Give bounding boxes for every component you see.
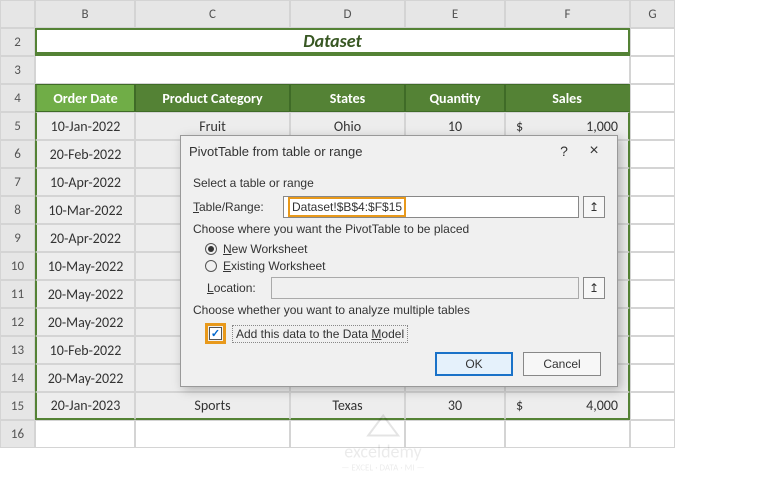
radio-icon bbox=[205, 243, 217, 255]
radio-existing-worksheet[interactable]: Existing Worksheet bbox=[193, 259, 605, 273]
col-header[interactable]: F bbox=[505, 0, 630, 28]
checkbox-label: Add this data to the Data Model bbox=[232, 325, 408, 343]
cell-sales[interactable]: $4,000 bbox=[505, 392, 630, 420]
radio-label: New Worksheet bbox=[223, 242, 307, 256]
cell[interactable] bbox=[35, 56, 630, 84]
placement-label: Choose where you want the PivotTable to … bbox=[193, 222, 605, 236]
table-header[interactable]: States bbox=[290, 84, 405, 112]
sheet-title[interactable]: Dataset bbox=[35, 28, 630, 56]
cell-state[interactable]: Texas bbox=[290, 392, 405, 420]
cell[interactable] bbox=[35, 420, 135, 448]
cell-date[interactable]: 20-May-2022 bbox=[35, 280, 135, 308]
radio-label: Existing Worksheet bbox=[223, 259, 326, 273]
cell[interactable] bbox=[630, 308, 675, 336]
row-header[interactable]: 13 bbox=[0, 336, 35, 364]
cell[interactable] bbox=[630, 280, 675, 308]
ok-button[interactable]: OK bbox=[435, 352, 513, 376]
location-label: Location: bbox=[193, 281, 271, 295]
row-header[interactable]: 7 bbox=[0, 168, 35, 196]
row-header[interactable]: 5 bbox=[0, 112, 35, 140]
checkbox-icon: ✓ bbox=[209, 327, 222, 340]
add-to-data-model[interactable]: ✓ Add this data to the Data Model bbox=[193, 323, 605, 344]
highlight-box: ✓ bbox=[205, 323, 226, 344]
cell-date[interactable]: 20-May-2022 bbox=[35, 364, 135, 392]
collapse-dialog-button[interactable]: ↥ bbox=[583, 196, 605, 218]
row-header[interactable]: 10 bbox=[0, 252, 35, 280]
row-header[interactable]: 12 bbox=[0, 308, 35, 336]
row-header[interactable]: 11 bbox=[0, 280, 35, 308]
row-header[interactable]: 3 bbox=[0, 56, 35, 84]
table-range-value: Dataset!$B$4:$F$15 bbox=[288, 197, 406, 217]
cell[interactable] bbox=[630, 28, 675, 56]
cell-qty[interactable]: 30 bbox=[405, 392, 505, 420]
cell[interactable] bbox=[630, 56, 675, 84]
location-input[interactable] bbox=[271, 277, 579, 299]
row-header[interactable]: 8 bbox=[0, 196, 35, 224]
cell[interactable] bbox=[290, 420, 405, 448]
cell-date[interactable]: 20-Feb-2022 bbox=[35, 140, 135, 168]
cell[interactable] bbox=[630, 84, 675, 112]
cell-date[interactable]: 20-Apr-2022 bbox=[35, 224, 135, 252]
cell[interactable] bbox=[630, 224, 675, 252]
corner-cell bbox=[0, 0, 35, 28]
cell[interactable] bbox=[630, 392, 675, 420]
table-range-input[interactable]: Dataset!$B$4:$F$15 bbox=[283, 196, 579, 218]
cell[interactable] bbox=[630, 140, 675, 168]
table-header[interactable]: Product Category bbox=[135, 84, 290, 112]
col-header[interactable]: E bbox=[405, 0, 505, 28]
cell-category[interactable]: Sports bbox=[135, 392, 290, 420]
table-header[interactable]: Quantity bbox=[405, 84, 505, 112]
row-header[interactable]: 4 bbox=[0, 84, 35, 112]
radio-icon bbox=[205, 260, 217, 272]
radio-new-worksheet[interactable]: New Worksheet bbox=[193, 242, 605, 256]
cell-date[interactable]: 10-Jan-2022 bbox=[35, 112, 135, 140]
col-header[interactable]: B bbox=[35, 0, 135, 28]
row-header[interactable]: 14 bbox=[0, 364, 35, 392]
row-header[interactable]: 9 bbox=[0, 224, 35, 252]
cell-date[interactable]: 10-May-2022 bbox=[35, 252, 135, 280]
close-button[interactable]: × bbox=[579, 142, 609, 160]
cell[interactable] bbox=[405, 420, 505, 448]
dialog-title-text: PivotTable from table or range bbox=[189, 144, 549, 159]
cell-date[interactable]: 20-Jan-2023 bbox=[35, 392, 135, 420]
cell[interactable] bbox=[505, 420, 630, 448]
collapse-dialog-button[interactable]: ↥ bbox=[583, 277, 605, 299]
row-header[interactable]: 16 bbox=[0, 420, 35, 448]
cell[interactable] bbox=[630, 168, 675, 196]
cell-date[interactable]: 20-May-2022 bbox=[35, 308, 135, 336]
col-header[interactable]: G bbox=[630, 0, 675, 28]
help-button[interactable]: ? bbox=[549, 143, 579, 159]
dialog-titlebar[interactable]: PivotTable from table or range ? × bbox=[181, 136, 617, 166]
pivottable-dialog: PivotTable from table or range ? × Selec… bbox=[180, 135, 618, 387]
table-range-label: Table/Range: bbox=[193, 200, 283, 214]
cell-date[interactable]: 10-Apr-2022 bbox=[35, 168, 135, 196]
row-header[interactable]: 6 bbox=[0, 140, 35, 168]
cell[interactable] bbox=[630, 420, 675, 448]
col-header[interactable]: C bbox=[135, 0, 290, 28]
col-header[interactable]: D bbox=[290, 0, 405, 28]
table-header[interactable]: Sales bbox=[505, 84, 630, 112]
cell[interactable] bbox=[135, 420, 290, 448]
row-header[interactable]: 15 bbox=[0, 392, 35, 420]
cell[interactable] bbox=[630, 196, 675, 224]
cell-date[interactable]: 10-Mar-2022 bbox=[35, 196, 135, 224]
cell-date[interactable]: 10-Feb-2022 bbox=[35, 336, 135, 364]
cell[interactable] bbox=[630, 364, 675, 392]
cell[interactable] bbox=[630, 252, 675, 280]
row-header[interactable]: 2 bbox=[0, 28, 35, 56]
cell[interactable] bbox=[630, 336, 675, 364]
cancel-button[interactable]: Cancel bbox=[523, 352, 601, 376]
table-header[interactable]: Order Date bbox=[35, 84, 135, 112]
select-range-label: Select a table or range bbox=[193, 176, 605, 190]
multi-tables-label: Choose whether you want to analyze multi… bbox=[193, 303, 605, 317]
cell[interactable] bbox=[630, 112, 675, 140]
